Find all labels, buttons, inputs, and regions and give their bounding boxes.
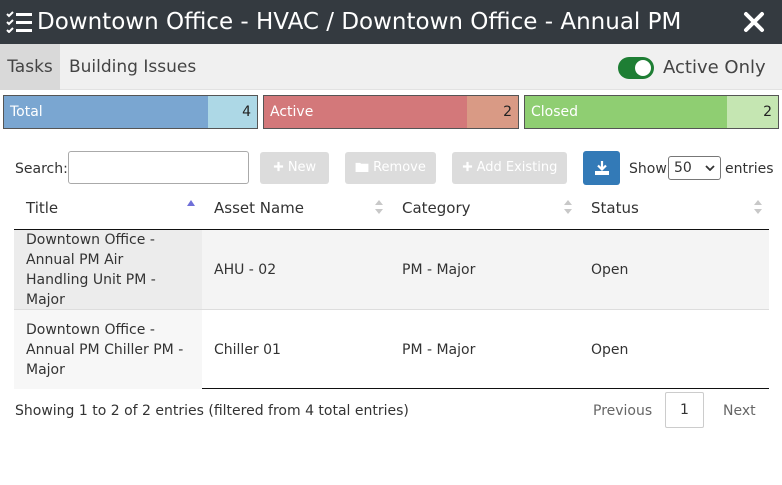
cell-category: PM - Major	[402, 341, 476, 358]
stat-closed-label: Closed	[525, 96, 727, 128]
window-title: Downtown Office - HVAC / Downtown Office…	[37, 9, 682, 35]
remove-button[interactable]: Remove	[345, 152, 436, 184]
search-input[interactable]	[68, 151, 249, 184]
title-bar: Downtown Office - HVAC / Downtown Office…	[0, 0, 782, 44]
remove-button-label: Remove	[373, 160, 426, 175]
stat-total-count: 4	[208, 96, 257, 128]
show-label: Show	[629, 161, 667, 177]
new-button-label: New	[287, 160, 317, 175]
folder-icon	[355, 162, 369, 172]
cell-status: Open	[591, 341, 629, 358]
sort-both-icon	[564, 200, 572, 214]
pagination-next[interactable]: Next	[723, 401, 756, 421]
sort-both-icon	[375, 200, 383, 214]
stat-active-label: Active	[264, 96, 467, 128]
download-button[interactable]	[583, 151, 620, 185]
toggle-knob	[635, 60, 651, 76]
sort-asc-icon	[187, 200, 195, 206]
tab-tasks[interactable]: Tasks	[0, 44, 60, 90]
stat-total-label: Total	[4, 96, 208, 128]
cell-status: Open	[591, 261, 629, 278]
active-only-label: Active Only	[663, 57, 766, 78]
column-header-title[interactable]: Title	[14, 190, 202, 230]
tabs-row: Tasks Building Issues Active Only	[0, 44, 782, 90]
table-header: Title Asset Name Category Status	[14, 190, 769, 230]
table-row[interactable]: Downtown Office - Annual PM Chiller PM -…	[14, 309, 769, 389]
add-existing-button-label: Add Existing	[476, 160, 558, 175]
stat-closed[interactable]: Closed 2	[524, 95, 779, 129]
chevron-down-icon	[705, 165, 715, 171]
plus-icon	[462, 161, 472, 172]
close-icon[interactable]	[743, 11, 765, 33]
plus-icon	[273, 161, 283, 172]
tasks-table: Title Asset Name Category Status Downtow…	[14, 190, 769, 389]
column-header-asset-name[interactable]: Asset Name	[202, 190, 390, 230]
entries-select[interactable]: 50	[668, 156, 721, 180]
column-status-label: Status	[591, 199, 639, 217]
new-button[interactable]: New	[260, 152, 329, 184]
task-list-icon	[6, 11, 32, 33]
cell-asset-name: AHU - 02	[214, 261, 277, 278]
sort-both-icon	[754, 200, 762, 214]
entries-select-value: 50	[674, 160, 692, 176]
download-icon	[595, 161, 609, 175]
table-row[interactable]: Downtown Office - Annual PM Air Handling…	[14, 230, 769, 309]
stat-total[interactable]: Total 4	[3, 95, 258, 129]
active-only-toggle[interactable]	[618, 57, 654, 79]
stat-active-count: 2	[467, 96, 518, 128]
cell-asset-name: Chiller 01	[214, 341, 281, 358]
search-label: Search:	[15, 161, 68, 177]
cell-title: Downtown Office - Annual PM Air Handling…	[14, 230, 202, 309]
cell-category: PM - Major	[402, 261, 476, 278]
column-title-label: Title	[26, 199, 59, 217]
column-header-status[interactable]: Status	[579, 190, 769, 230]
tab-building-issues[interactable]: Building Issues	[60, 44, 210, 90]
entries-label: entries	[725, 161, 774, 177]
column-header-category[interactable]: Category	[390, 190, 579, 230]
cell-title: Downtown Office - Annual PM Chiller PM -…	[14, 310, 202, 389]
column-category-label: Category	[402, 199, 471, 217]
add-existing-button[interactable]: Add Existing	[452, 152, 567, 184]
stat-active[interactable]: Active 2	[263, 95, 519, 129]
stat-closed-count: 2	[727, 96, 778, 128]
column-asset-label: Asset Name	[214, 199, 305, 217]
pagination-previous[interactable]: Previous	[593, 401, 652, 421]
pagination-page-1[interactable]: 1	[665, 392, 704, 428]
table-info: Showing 1 to 2 of 2 entries (filtered fr…	[15, 403, 409, 419]
